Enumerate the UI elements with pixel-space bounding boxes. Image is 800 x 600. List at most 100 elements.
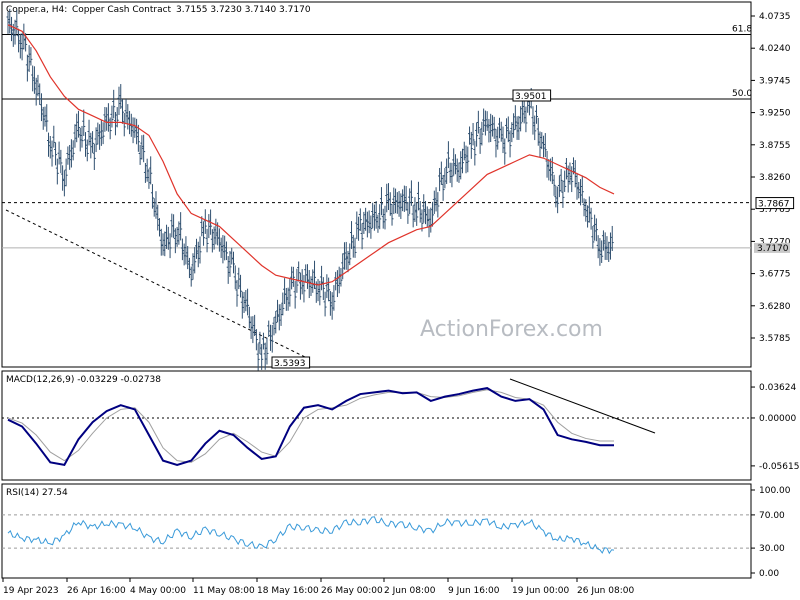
price-bar [293,281,297,309]
price-bar [82,109,86,136]
price-bar [246,288,250,316]
price-bar [563,170,567,192]
price-bar [582,198,586,217]
price-bar [231,251,235,274]
price-bar [54,142,58,166]
price-bar [524,106,528,133]
price-bar [596,235,600,259]
price-bar [461,148,464,174]
price-bar [367,210,371,234]
price-bar [173,228,177,254]
price-bar [62,170,66,197]
price-bar [196,241,200,268]
price-bar [172,214,176,238]
high-label: 3.9501 [512,89,552,102]
time-tick-label: 2 Jun 08:00 [384,586,436,596]
macd-title: MACD(12,26,9) -0.03229 -0.02738 [6,375,161,385]
price-bar [600,240,604,263]
svg-text:3.7170: 3.7170 [757,244,789,254]
price-bar [76,110,80,138]
rsi-tick-label: 0.00 [759,569,779,579]
price-bar [25,54,29,82]
price-bar [422,194,426,223]
fib-618-label: 61.8 [732,25,752,35]
price-bar [607,241,611,262]
watermark: ActionForex.com [420,317,603,342]
price-bar [365,211,369,238]
price-bar [508,130,512,158]
price-bar [466,146,470,173]
price-bar [115,107,119,128]
price-bar [399,193,403,219]
moving-average-line [7,24,615,286]
price-bar [221,235,225,264]
price-bar [538,131,542,158]
price-bar [203,209,207,234]
price-bar [554,185,558,208]
price-bar [242,291,246,314]
price-bar [457,162,461,183]
price-bar [534,105,538,124]
price-bar [184,236,188,265]
price-bar [207,214,211,239]
price-bar [593,214,597,241]
price-bar [459,151,463,180]
price-bar [57,141,61,165]
price-tick-label: 4.0240 [759,44,791,54]
price-bar [230,247,234,265]
price-bar [358,208,362,231]
price-bar [387,183,391,211]
price-bar [603,232,607,260]
price-bar [55,158,59,185]
price-bar [401,189,405,212]
price-bar [156,204,160,231]
price-bar [487,118,491,143]
price-bar [397,190,401,217]
price-bar [80,125,84,148]
price-bar [13,19,17,45]
price-bar [91,131,95,153]
price-bar [66,146,70,165]
price-bar [69,139,73,168]
price-bar [351,234,355,258]
price-bar [506,116,510,143]
chart-symbol: Copper.a, H4: [6,5,67,15]
price-bar [78,127,82,152]
price-bar [228,251,232,277]
price-bar [497,117,501,139]
price-bar [124,99,128,124]
price-bar [372,204,376,231]
price-bar [416,181,420,211]
price-bar [27,45,31,72]
price-bar [92,143,96,171]
price-bar [152,198,156,217]
rsi-title: RSI(14) 27.54 [6,488,68,498]
price-bar [138,144,142,165]
price-bar [161,233,165,256]
price-bar [321,277,325,301]
price-bar [288,278,292,307]
price-bar [20,32,24,61]
svg-text:3.9501: 3.9501 [515,92,547,102]
price-bar [261,332,265,350]
price-bar [128,110,132,135]
price-bar [84,132,88,157]
chart-ohlc: 3.7155 3.7230 3.7140 3.7170 [176,5,311,15]
price-tick-label: 4.0735 [759,12,791,22]
price-bar [520,98,524,123]
price-bar [545,150,549,178]
price-bar [385,183,389,213]
price-bar [311,269,315,293]
price-bar [145,158,149,182]
price-bar [381,208,385,229]
price-bar [272,317,276,336]
price-bar [522,100,526,124]
price-bar [411,205,415,228]
time-tick-label: 26 Jun 08:00 [577,586,634,596]
price-axis: 4.07354.02403.97453.92503.87553.82603.77… [751,12,791,344]
price-bar [390,204,394,226]
price-bar [406,201,410,224]
price-bar [96,122,100,145]
price-bar [476,110,480,134]
price-bar [64,158,68,187]
